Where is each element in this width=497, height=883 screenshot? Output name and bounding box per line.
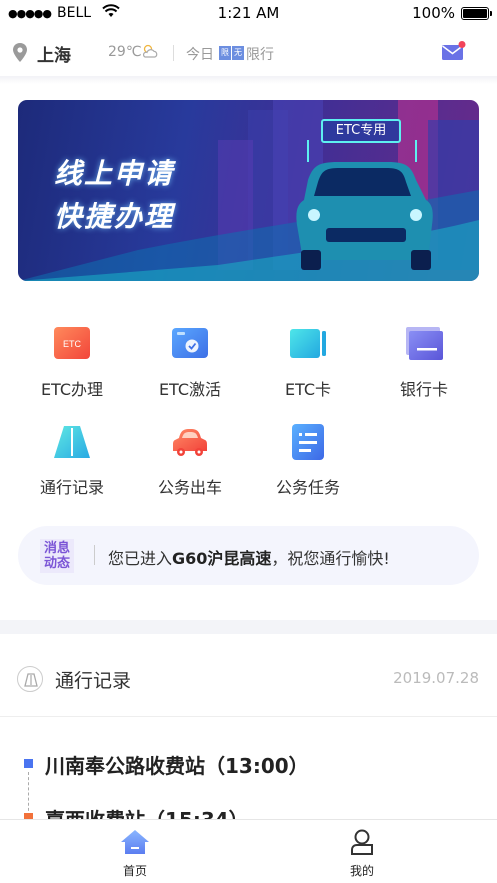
banner-subheadline: 快捷办理 [54,200,175,233]
task-list-icon [292,424,324,460]
entry-station-marker [24,759,33,768]
user-icon [351,829,373,855]
service-label: ETC激活 [158,380,222,399]
message-icon[interactable] [441,40,467,66]
service-official-car[interactable]: 公务出车 [145,422,235,498]
tab-home[interactable]: 首页 [75,820,195,879]
tab-home-label: 首页 [122,864,147,878]
battery-status: 100% [412,4,492,22]
news-ticker[interactable]: 消息 动态 您已进入G60沪昆高速，祝您通行愉快! [18,526,479,585]
service-label: ETC卡 [284,380,332,399]
service-official-task[interactable]: 公务任务 [263,422,353,498]
location-pin-icon[interactable] [12,42,28,68]
news-badge-line: 消息 [43,541,70,556]
home-icon [121,830,149,854]
records-date[interactable]: 2019.07.28 [393,669,479,687]
plate-restriction-badge: 无 [232,46,244,60]
service-travel-record[interactable]: 通行记录 [27,422,117,498]
service-label: ETC办理 [40,380,104,399]
records-divider [0,716,497,717]
today-label: 今日 [186,47,214,63]
etc-card-icon: ETC [54,327,90,359]
tab-mine-label: 我的 [349,864,374,878]
restriction-label: 限行 [246,47,274,63]
notice-divider [94,545,95,565]
card-stack-icon [290,329,326,358]
records-section-title: 通行记录 [55,670,132,692]
service-label: 公务出车 [157,478,222,497]
header-shadow [0,76,497,84]
entry-station[interactable]: 川南奉公路收费站（13:00） [45,750,309,779]
header-divider [173,45,174,61]
svg-text:ETC: ETC [63,339,82,349]
road-outline-icon [17,666,43,692]
plate-restriction-badge: 限 [219,46,231,60]
notice-prefix: 您已进入 [108,549,173,568]
service-etc-activate[interactable]: ETC激活 [145,324,235,400]
notice-highway: G60沪昆高速 [172,549,272,568]
temperature: 29℃ [108,44,142,60]
tab-mine[interactable]: 我的 [302,820,422,879]
bank-card-icon [406,327,443,360]
news-badge-line: 动态 [43,556,70,571]
promo-banner[interactable]: 线上申请 快捷办理 ETC专用 [18,100,479,281]
partly-cloudy-icon [140,43,160,63]
activate-card-icon [172,328,208,358]
city-selector[interactable]: 上海 [37,41,71,66]
bottom-tab-bar: 首页 我的 [0,819,497,883]
car-icon [173,429,207,456]
service-label: 银行卡 [399,380,448,399]
banner-headline: 线上申请 [54,157,175,190]
notice-message: 您已进入G60沪昆高速，祝您通行愉快! [108,545,390,569]
service-label: 通行记录 [39,478,104,497]
service-etc-apply[interactable]: ETC ETC办理 [27,324,117,400]
route-connector [28,772,29,816]
news-badge: 消息 动态 [40,539,74,573]
section-separator [0,620,497,634]
etc-lane-sign: ETC专用 [321,119,401,143]
service-bank-card[interactable]: 银行卡 [379,324,469,400]
battery-icon [461,6,492,20]
road-icon [54,426,90,458]
service-label: 公务任务 [275,478,340,497]
notice-suffix: ，祝您通行愉快! [271,549,390,568]
status-bar: ●●●●● BELL 1:21 AM 100% [0,0,497,26]
battery-percent: 100% [412,4,455,22]
top-header: 上海 29℃ 今日 限 无 限行 [0,26,497,78]
service-etc-card[interactable]: ETC卡 [263,324,353,400]
